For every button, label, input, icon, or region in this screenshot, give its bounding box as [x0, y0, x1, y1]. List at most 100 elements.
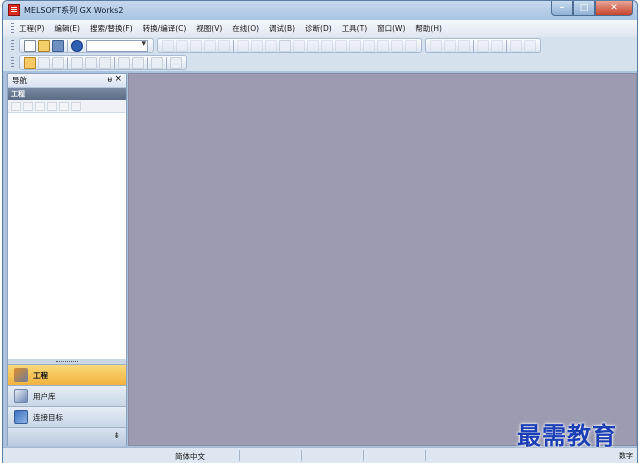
- menu-find-replace[interactable]: 搜索/替换(F): [90, 23, 133, 34]
- close-button[interactable]: ✕: [595, 1, 633, 16]
- copy-icon[interactable]: [176, 39, 188, 52]
- library-icon: [14, 389, 28, 403]
- step-icon[interactable]: [430, 39, 442, 52]
- navigation-title: 导航: [12, 76, 27, 85]
- ladder-verify-icon[interactable]: [391, 39, 403, 52]
- menu-help[interactable]: 帮助(H): [415, 23, 442, 34]
- status-num-lock: 数字: [619, 452, 633, 460]
- menu-tool[interactable]: 工具(T): [342, 23, 367, 34]
- menu-convert-compile[interactable]: 转换/编译(C): [143, 23, 187, 34]
- save-icon[interactable]: [52, 39, 64, 52]
- menu-online[interactable]: 在线(O): [232, 23, 259, 34]
- toolbar-separator: [166, 56, 167, 69]
- toolbar-separator: [114, 56, 115, 69]
- app-window: MELSOFT系列 GX Works2 – □ ✕ 工程(P) 编辑(E) 搜索…: [2, 0, 638, 463]
- nav-delete-icon[interactable]: [23, 101, 33, 111]
- ladder-instruction-icon[interactable]: [265, 39, 277, 52]
- menu-project[interactable]: 工程(P): [19, 23, 44, 34]
- project-tree[interactable]: [8, 114, 126, 359]
- toolbar-grip[interactable]: [11, 57, 14, 68]
- nav-tab-connection-destination[interactable]: 连接目标: [8, 406, 126, 427]
- view-toolbar: [19, 55, 187, 70]
- connection-icon: [14, 410, 28, 424]
- new-file-icon[interactable]: [24, 39, 36, 52]
- ladder-read-icon[interactable]: [377, 39, 389, 52]
- menu-bar: 工程(P) 编辑(E) 搜索/替换(F) 转换/编译(C) 视图(V) 在线(O…: [3, 20, 637, 37]
- navigation-overflow-bar[interactable]: ⇟: [8, 427, 126, 446]
- nav-tab-project[interactable]: 工程: [8, 364, 126, 385]
- nav-tab-label: 工程: [33, 370, 48, 380]
- app-logo-icon[interactable]: [8, 4, 20, 16]
- navigation-section-title: 工程: [8, 88, 126, 100]
- watermark: 最需教育: [517, 421, 617, 450]
- window-controls: – □ ✕: [551, 1, 633, 16]
- status-cells: [239, 450, 487, 461]
- device-list-icon[interactable]: [85, 56, 97, 69]
- open-folder-icon[interactable]: [38, 39, 50, 52]
- nav-property-icon[interactable]: [71, 101, 81, 111]
- pin-icon[interactable]: ᵾ: [108, 75, 112, 84]
- nav-new-data-icon[interactable]: [11, 101, 21, 111]
- nav-cut-icon[interactable]: [35, 101, 45, 111]
- nav-copy-icon[interactable]: [47, 101, 57, 111]
- navigation-toggle-icon[interactable]: [24, 56, 36, 69]
- edit-toolbar: [157, 38, 422, 53]
- menubar-grip[interactable]: [11, 23, 14, 34]
- cut-icon[interactable]: [162, 39, 174, 52]
- ladder-monitor-icon[interactable]: [363, 39, 375, 52]
- status-cell: [425, 450, 487, 461]
- toolbar-combo-select[interactable]: [86, 39, 148, 52]
- device-watch-icon[interactable]: [510, 39, 522, 52]
- minimize-button[interactable]: –: [551, 1, 573, 16]
- list-view-icon[interactable]: [38, 56, 50, 69]
- toolbar-separator: [506, 39, 507, 52]
- search-binoculars-icon[interactable]: [170, 56, 182, 69]
- maximize-button[interactable]: □: [573, 1, 595, 16]
- undo-icon[interactable]: [204, 39, 216, 52]
- ladder-write-icon[interactable]: [279, 39, 291, 52]
- help-icon[interactable]: [71, 39, 83, 52]
- toolbar-separator: [67, 39, 68, 52]
- menu-view[interactable]: 视图(V): [196, 23, 222, 34]
- step-forward-icon[interactable]: [444, 39, 456, 52]
- ladder-delete-icon[interactable]: [307, 39, 319, 52]
- output-window-icon[interactable]: [52, 56, 64, 69]
- redo-icon[interactable]: [218, 39, 230, 52]
- navigation-pane: 导航 ᵾ × 工程 工程 用户库 连接目标 ⇟: [7, 73, 127, 446]
- ladder-coil-icon[interactable]: [251, 39, 263, 52]
- ladder-replace-icon[interactable]: [335, 39, 347, 52]
- program-toolbar: [425, 38, 541, 53]
- menu-edit[interactable]: 编辑(E): [54, 23, 80, 34]
- ladder-compile-icon[interactable]: [349, 39, 361, 52]
- ladder-online-icon[interactable]: [405, 39, 417, 52]
- ladder-contact-icon[interactable]: [237, 39, 249, 52]
- nav-tab-user-library[interactable]: 用户库: [8, 385, 126, 406]
- watch-window-icon[interactable]: [99, 56, 111, 69]
- device-batch-icon[interactable]: [491, 39, 503, 52]
- close-navigation-icon[interactable]: ×: [114, 74, 122, 84]
- step-back-icon[interactable]: [458, 39, 470, 52]
- expand-chevron-icon[interactable]: ⇟: [113, 431, 120, 440]
- ladder-search-icon[interactable]: [321, 39, 333, 52]
- paste-icon[interactable]: [190, 39, 202, 52]
- toolbar-separator: [67, 56, 68, 69]
- program-view-icon[interactable]: [118, 56, 130, 69]
- menu-window[interactable]: 窗口(W): [377, 23, 405, 34]
- status-cell: [363, 450, 425, 461]
- menu-diagnostics[interactable]: 诊断(D): [305, 23, 332, 34]
- device-test-icon[interactable]: [524, 39, 536, 52]
- main-workspace[interactable]: [128, 73, 637, 446]
- standard-toolbar: [19, 38, 154, 53]
- cross-reference-icon[interactable]: [71, 56, 83, 69]
- intelligent-function-icon[interactable]: [151, 56, 163, 69]
- menu-debug[interactable]: 调试(B): [269, 23, 295, 34]
- parameter-view-icon[interactable]: [132, 56, 144, 69]
- ladder-line-icon[interactable]: [293, 39, 305, 52]
- title-bar[interactable]: MELSOFT系列 GX Works2 – □ ✕: [3, 1, 637, 20]
- toolbar-grip[interactable]: [11, 40, 14, 51]
- toolbar-separator: [233, 39, 234, 52]
- nav-paste-icon[interactable]: [59, 101, 69, 111]
- splitter-grip-icon: [56, 361, 78, 362]
- device-register-icon[interactable]: [477, 39, 489, 52]
- status-cell: [301, 450, 363, 461]
